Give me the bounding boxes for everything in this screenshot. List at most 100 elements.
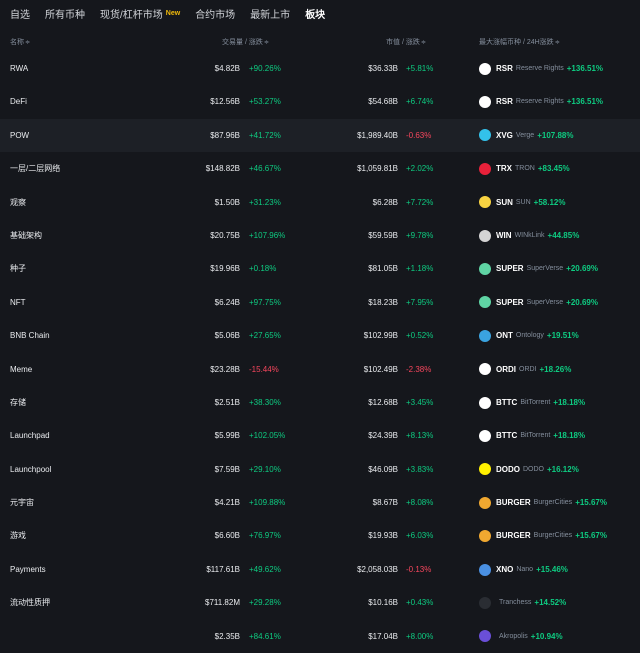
coin-change: +44.85% (547, 230, 580, 240)
table-row[interactable]: 元宇宙 $4.21B +109.88% $8.67B +8.08% BURGER Burge… (0, 486, 640, 519)
volume-value: $117.61B (206, 564, 240, 574)
top-gainer-coin[interactable]: RSR Reserve Rights +136.51% (479, 85, 603, 118)
top-gainer-coin[interactable]: WIN WINkLink +44.85% (479, 219, 579, 252)
coin-symbol: BTTC (496, 431, 518, 441)
top-gainer-coin[interactable]: ORDI ORDI +18.26% (479, 353, 571, 386)
market-cap-value: $46.09B (368, 464, 398, 474)
top-gainer-coin[interactable]: XVG Verge +107.88% (479, 119, 573, 152)
table-row[interactable]: 种子 $19.96B +0.18% $81.05B +1.18% SUPER SuperVe… (0, 252, 640, 285)
table-row[interactable]: 一层/二层网络 $148.82B +46.67% $1,059.81B +2.02% TR… (0, 152, 640, 185)
header-label: 市值 (386, 39, 400, 46)
table-row[interactable]: POW $87.96B +41.72% $1,989.40B -0.63% XVG Verg… (0, 118, 640, 153)
tab-new-listings[interactable]: 最新上市 (250, 6, 290, 21)
column-top-gainer-header[interactable]: 最大涨幅币种 / 24H涨跌≑ (479, 37, 560, 47)
top-gainer-coin[interactable]: DODO DODO +16.12% (479, 453, 579, 486)
table-row[interactable]: BNB Chain $5.06B +27.65% $102.99B +0.52% ONT O… (0, 319, 640, 352)
tab-sectors[interactable]: 板块 (305, 6, 325, 21)
coin-symbol: RSR (496, 97, 513, 107)
sector-name: 观察 (10, 197, 26, 207)
coin-name: TRON (515, 165, 535, 173)
coin-change: +18.26% (539, 364, 572, 374)
table-row[interactable]: 观察 $1.50B +31.23% $6.28B +7.72% SUN SUN +58.12% (0, 186, 640, 219)
volume-change: +29.28% (249, 598, 281, 608)
volume-change: +107.96% (249, 230, 286, 240)
tab-favorites[interactable]: 自选 (10, 6, 30, 21)
coin-symbol: XNO (496, 564, 514, 574)
volume-change: +102.05% (249, 431, 286, 441)
market-cap-change: -0.63% (406, 130, 432, 140)
tab-label: 现货/杠杆市场 (100, 9, 163, 21)
header-label: 交易量 (222, 39, 243, 46)
volume-value: $5.99B (214, 431, 240, 441)
coin-change: +83.45% (537, 164, 570, 174)
sort-icon: ≑ (420, 40, 426, 46)
top-gainer-coin[interactable]: Tranchess +14.52% (479, 586, 566, 619)
table-row[interactable]: 游戏 $6.60B +76.97% $19.93B +6.03% BURGER Burger… (0, 519, 640, 552)
dodo-icon (479, 463, 491, 476)
volume-value: $1.50B (214, 197, 240, 207)
coin-name: SuperVerse (526, 265, 564, 273)
top-gainer-coin[interactable]: SUPER SuperVerse +20.69% (479, 286, 598, 319)
top-gainer-coin[interactable]: Akropolis +10.94% (479, 620, 563, 653)
table-row[interactable]: 基础架构 $20.75B +107.96% $59.59B +9.78% WIN WINkL… (0, 219, 640, 252)
top-gainer-coin[interactable]: XNO Nano +15.46% (479, 553, 568, 586)
table-row[interactable]: 存储 $2.51B +38.30% $12.68B +3.45% BTTC BitTorre… (0, 386, 640, 419)
coin-symbol: ONT (496, 331, 513, 341)
coin-change: +19.51% (546, 331, 579, 341)
coin-name: DODO (523, 465, 544, 473)
coin-name: Nano (516, 565, 534, 573)
top-gainer-coin[interactable]: SUPER SuperVerse +20.69% (479, 252, 598, 285)
top-gainer-coin[interactable]: TRX TRON +83.45% (479, 152, 570, 185)
header-label: / 涨跌 (244, 39, 263, 46)
market-cap-change: +0.52% (406, 331, 434, 341)
table-row[interactable]: RWA $4.82B +90.26% $36.33B +5.81% RSR Reserve … (0, 52, 640, 85)
coin-name: WINkLink (514, 231, 545, 239)
volume-value: $87.96B (210, 130, 240, 140)
coin-symbol: BURGER (496, 498, 531, 508)
coin-symbol: SUN (496, 197, 513, 207)
coin-symbol: SUPER (496, 297, 524, 307)
coin-name: Verge (515, 131, 535, 139)
coin-change: +18.18% (553, 397, 586, 407)
table-row[interactable]: DeFi $12.56B +53.27% $54.68B +6.74% RSR Reserv… (0, 85, 640, 118)
table-row[interactable]: Launchpad $5.99B +102.05% $24.39B +8.13% BTTC… (0, 419, 640, 452)
column-volume-header[interactable]: 交易量 / 涨跌≑ (222, 37, 269, 47)
top-gainer-coin[interactable]: BTTC BitTorrent +18.18% (479, 419, 585, 452)
volume-change: +41.72% (249, 130, 281, 140)
market-cap-value: $1,059.81B (357, 164, 398, 174)
top-gainer-coin[interactable]: SUN SUN +58.12% (479, 186, 565, 219)
coin-change: +20.69% (566, 264, 598, 274)
tab-futures[interactable]: 合约市场 (195, 6, 235, 21)
volume-value: $7.59B (214, 464, 240, 474)
tab-label: 自选 (10, 9, 30, 21)
top-gainer-coin[interactable]: RSR Reserve Rights +136.51% (479, 52, 603, 85)
column-name-header[interactable]: 名称≑ (10, 37, 30, 47)
column-market-cap-header[interactable]: 市值 / 涨跌≑ (386, 37, 426, 47)
top-gainer-coin[interactable]: BTTC BitTorrent +18.18% (479, 386, 585, 419)
volume-value: $4.82B (214, 64, 240, 73)
new-badge: New (165, 9, 181, 17)
table-row[interactable]: Launchpool $7.59B +29.10% $46.09B +3.83% DODO… (0, 453, 640, 486)
table-row[interactable]: 流动性质押 $711.82M +29.28% $10.16B +0.43% Tranche… (0, 586, 640, 619)
coin-change: +136.51% (566, 64, 604, 73)
table-row[interactable]: NFT $6.24B +97.75% $18.23B +7.95% SUPER SuperV… (0, 286, 640, 319)
tab-all-coins[interactable]: 所有币种 (45, 6, 85, 21)
volume-value: $23.28B (210, 364, 240, 374)
table-row[interactable]: Meme $23.28B -15.44% $102.49B -2.38% ORDI ORDI… (0, 353, 640, 386)
table-row[interactable]: Payments $117.61B +49.62% $2,058.03B -0.13% X… (0, 553, 640, 586)
table-row[interactable]: $2.35B +84.61% $17.04B +8.00% Akropolis +10.9… (0, 620, 640, 653)
winklink-icon (479, 229, 491, 242)
top-gainer-coin[interactable]: ONT Ontology +19.51% (479, 319, 579, 352)
sun-icon (479, 196, 491, 209)
sector-name: Payments (10, 564, 46, 574)
tab-spot-margin[interactable]: 现货/杠杆市场 New (100, 6, 180, 21)
coin-change: +14.52% (534, 598, 567, 608)
market-cap-value: $54.68B (368, 97, 398, 107)
coin-name: SuperVerse (526, 298, 564, 306)
market-cap-value: $1,989.40B (357, 130, 398, 140)
top-gainer-coin[interactable]: BURGER BurgerCities +15.67% (479, 519, 607, 552)
volume-change: +76.97% (249, 531, 281, 541)
volume-change: +29.10% (249, 464, 281, 474)
market-cap-change: -0.13% (406, 564, 432, 574)
top-gainer-coin[interactable]: BURGER BurgerCities +15.67% (479, 486, 607, 519)
